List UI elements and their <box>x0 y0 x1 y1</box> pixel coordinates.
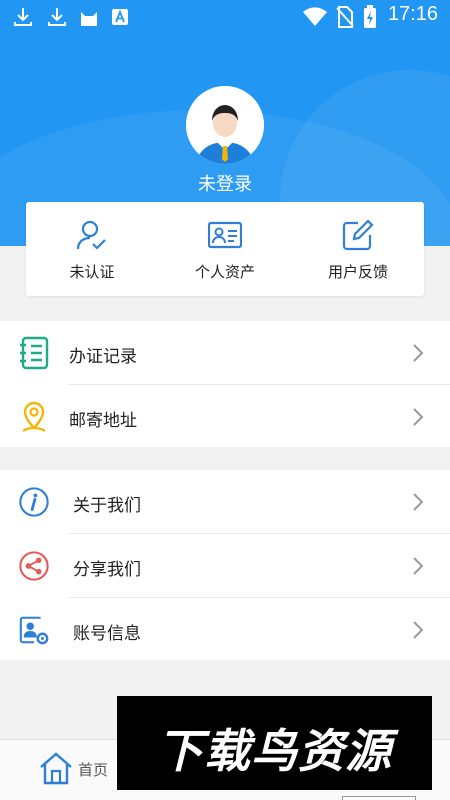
download-icon <box>48 8 66 26</box>
menu-item-records[interactable]: 办证记录 <box>0 321 450 384</box>
menu-group-records: 办证记录 邮寄地址 <box>0 321 450 447</box>
menu-item-label: 账号信息 <box>73 624 141 644</box>
notebook-icon <box>20 336 49 370</box>
menu-item-share[interactable]: 分享我们 <box>0 534 450 597</box>
nav-edge-fragment <box>342 796 416 800</box>
home-icon <box>40 752 72 785</box>
quick-action-feedback[interactable]: 用户反馈 <box>292 202 424 296</box>
location-pin-icon <box>22 401 46 432</box>
download-icon <box>14 8 32 26</box>
no-sim-icon <box>336 6 354 28</box>
status-bar: 17:16 <box>0 0 450 34</box>
menu-item-label: 邮寄地址 <box>69 411 137 431</box>
status-time: 17:16 <box>387 3 438 25</box>
quick-action-assets[interactable]: 个人资产 <box>159 202 291 296</box>
cat-icon <box>81 12 97 26</box>
watermark-overlay: 下载鸟资源 <box>117 696 432 790</box>
quick-action-label: 个人资产 <box>194 263 255 281</box>
chevron-right-icon <box>413 344 424 362</box>
user-avatar-icon[interactable] <box>186 86 264 164</box>
menu-item-about[interactable]: 关于我们 <box>0 470 450 533</box>
quick-action-verify[interactable]: 未认证 <box>26 202 158 296</box>
chevron-right-icon <box>413 493 424 511</box>
menu-item-label: 分享我们 <box>73 560 141 580</box>
chevron-right-icon <box>413 621 424 639</box>
chevron-right-icon <box>413 557 424 575</box>
chevron-right-icon <box>413 408 424 426</box>
info-icon <box>19 487 49 517</box>
menu-item-label: 办证记录 <box>69 347 137 367</box>
watermark-text: 下载鸟资源 <box>157 724 392 778</box>
verify-user-icon <box>76 220 106 250</box>
menu-item-account[interactable]: 账号信息 <box>0 598 450 661</box>
menu-item-address[interactable]: 邮寄地址 <box>0 385 450 448</box>
quick-action-label: 用户反馈 <box>327 263 388 281</box>
account-settings-icon <box>19 616 49 645</box>
font-a-icon <box>112 9 128 25</box>
battery-charging-icon <box>364 5 376 28</box>
quick-action-label: 未认证 <box>69 263 115 281</box>
share-icon <box>19 551 49 581</box>
wifi-icon <box>303 7 327 27</box>
nav-home-label: 首页 <box>78 761 109 779</box>
quick-actions-card: 未认证 个人资产 用户反馈 <box>26 202 424 296</box>
edit-feedback-icon <box>342 219 374 251</box>
id-card-icon <box>208 221 242 249</box>
login-status-label[interactable]: 未登录 <box>150 170 300 196</box>
menu-group-about: 关于我们 分享我们 账号信息 <box>0 470 450 660</box>
menu-item-label: 关于我们 <box>73 496 141 516</box>
